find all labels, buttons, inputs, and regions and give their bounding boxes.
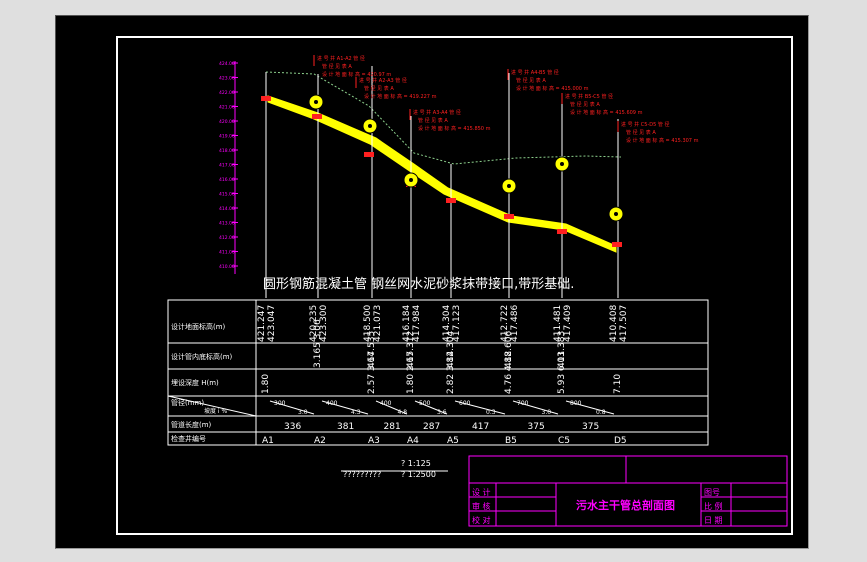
depth: 5.93 6.03 <box>557 351 567 394</box>
tb-scale-label: 比 例 <box>704 501 723 511</box>
tb-label-3: 校 对 <box>472 515 491 525</box>
ground-elev-b: 423.047 <box>267 305 277 342</box>
segment-slope: 3.6 <box>437 409 447 416</box>
manhole-id: A4 <box>407 436 419 446</box>
segment-length: 417 <box>472 422 489 432</box>
annotation-line-3: 设 计 地 面 标 高 = 415.609 m <box>570 109 643 116</box>
segment-dia: 400 <box>326 400 338 407</box>
manhole-id: A3 <box>368 436 380 446</box>
ground-elev: 410.408 <box>609 305 619 342</box>
annotation-line-1: 进 号 井 A4-B5 管 径 <box>511 69 559 76</box>
manhole-id: A1 <box>262 436 274 446</box>
segment-dia: 400 <box>380 400 392 407</box>
elev-tick-label: 414.00 <box>219 206 235 212</box>
annotation-line-3: 设 计 地 面 标 高 = 419.227 m <box>364 93 437 100</box>
table-row-label: 检查井编号 <box>171 434 206 443</box>
annotation-line-1: 进 号 井 B5-C5 管 径 <box>565 93 613 100</box>
profile-drawing: 424.00 423.00 422.00 421.00 420.00 419.00 418.… <box>116 36 793 535</box>
elev-tick-label: 415.00 <box>219 192 235 198</box>
elev-tick-label: 424.00 <box>219 61 235 67</box>
segment-slope: 0.3 <box>486 409 496 416</box>
segment-length: 336 <box>284 422 301 432</box>
segment-slope: 0.8 <box>596 409 606 416</box>
manhole-id: C5 <box>558 436 570 446</box>
scale-note-1: ? 1:125 <box>401 459 431 468</box>
segment-slope: 3.0 <box>542 409 552 416</box>
annotation-line-2: 管 径 见 表 A <box>516 77 546 84</box>
depth: 2.82 3.82 <box>446 351 456 394</box>
depth: 2.57 3.64 <box>367 351 377 394</box>
segment-slope: 4.3 <box>351 409 361 416</box>
table-row-label: 管径(mm) <box>171 398 204 407</box>
segment-length: 281 <box>384 422 401 432</box>
segment-dia: 600 <box>459 400 471 407</box>
drawing-sheet: 424.00 423.00 422.00 421.00 420.00 419.00 418.… <box>55 15 809 549</box>
tb-drawing-no: 图号 <box>704 488 720 497</box>
elev-tick-label: 421.00 <box>219 105 235 111</box>
ground-elev-b: 417.507 <box>619 305 629 342</box>
annotation-line-2: 管 径 见 表 A <box>418 117 448 124</box>
table-row-label: 埋设深度 H(m) <box>171 378 219 387</box>
segment-dia: 800 <box>570 400 582 407</box>
manhole-id: B5 <box>505 436 517 446</box>
annotation-line-2: 管 径 见 表 A <box>322 63 352 70</box>
segment-length: 381 <box>337 422 354 432</box>
elev-tick-label: 413.00 <box>219 221 235 227</box>
segment-length: 287 <box>423 422 440 432</box>
manhole-id: D5 <box>614 436 627 446</box>
ground-elev: 421.247 <box>257 305 267 342</box>
annotation-line-3: 设 计 地 面 标 高 = 415.000 m <box>516 85 589 92</box>
depth: 7.10 <box>613 374 623 394</box>
segment-dia: 300 <box>274 400 286 407</box>
elevation-scale: 424.00 423.00 422.00 421.00 420.00 419.00 418.… <box>219 61 238 274</box>
segment-slope: 3.0 <box>298 409 308 416</box>
manhole-id: A2 <box>314 436 326 446</box>
segment-length: 375 <box>582 422 599 432</box>
annotation-line-1: 进 号 井 C5-D5 管 径 <box>621 121 669 128</box>
annotation-line-2: 管 径 见 表 A <box>364 85 394 92</box>
elev-tick-label: 417.00 <box>219 163 235 169</box>
segment-slope: 4.8 <box>398 409 408 416</box>
annotation-line-3: 设 计 地 面 标 高 = 415.307 m <box>626 137 699 144</box>
table-row-label: 设计管内底标高(m) <box>171 352 233 361</box>
invert-elev: 3.165 3.06 <box>313 319 323 368</box>
segment-dia: 700 <box>517 400 529 407</box>
annotation-line-3: 设 计 地 面 标 高 = 415.850 m <box>418 125 491 132</box>
annotation-line-2: 管 径 见 表 A <box>570 101 600 108</box>
annotation-line-2: 管 径 见 表 A <box>626 129 656 136</box>
elev-tick-label: 416.00 <box>219 177 235 183</box>
tb-label-2: 审 核 <box>472 501 491 511</box>
tb-label-1: 设 计 <box>472 487 491 497</box>
gradient-label: 坡度 i % <box>204 407 227 415</box>
manhole-id: A5 <box>447 436 459 446</box>
depth: 1.80 <box>261 374 271 394</box>
annotation-line-1: 进 号 井 A2-A3 管 径 <box>359 77 407 84</box>
drawing-title: 污水主干管总剖面图 <box>576 498 675 512</box>
elev-tick-label: 410.00 <box>219 264 235 270</box>
depth: 4.76 4.88 <box>504 351 514 394</box>
tb-date-label: 日 期 <box>704 516 723 525</box>
elev-tick-label: 412.00 <box>219 235 235 241</box>
annotation-line-1: 进 号 井 A1-A2 管 径 <box>317 55 365 62</box>
profile-title: 圆形钢筋混凝土管 钢丝网水泥砂浆抹带接口,带形基础. <box>263 276 574 292</box>
elev-tick-label: 423.00 <box>219 76 235 82</box>
segment-length: 375 <box>528 422 545 432</box>
elev-tick-label: 411.00 <box>219 250 235 256</box>
elev-tick-label: 420.00 <box>219 119 235 125</box>
table-row-label: 设计地面标高(m) <box>171 322 226 331</box>
segment-dia: 500 <box>419 400 431 407</box>
title-block <box>468 455 788 527</box>
depth: 1.80 2.67 <box>406 351 416 394</box>
annotation-line-3: 设 计 地 面 标 高 = 420.97 m <box>322 71 391 78</box>
annotation-line-1: 进 号 井 A3-A4 管 径 <box>413 109 461 116</box>
elev-tick-label: 422.00 <box>219 90 235 96</box>
elev-tick-label: 418.00 <box>219 148 235 154</box>
table-row-label: 管道长度(m) <box>171 420 212 429</box>
elev-tick-label: 419.00 <box>219 134 235 140</box>
